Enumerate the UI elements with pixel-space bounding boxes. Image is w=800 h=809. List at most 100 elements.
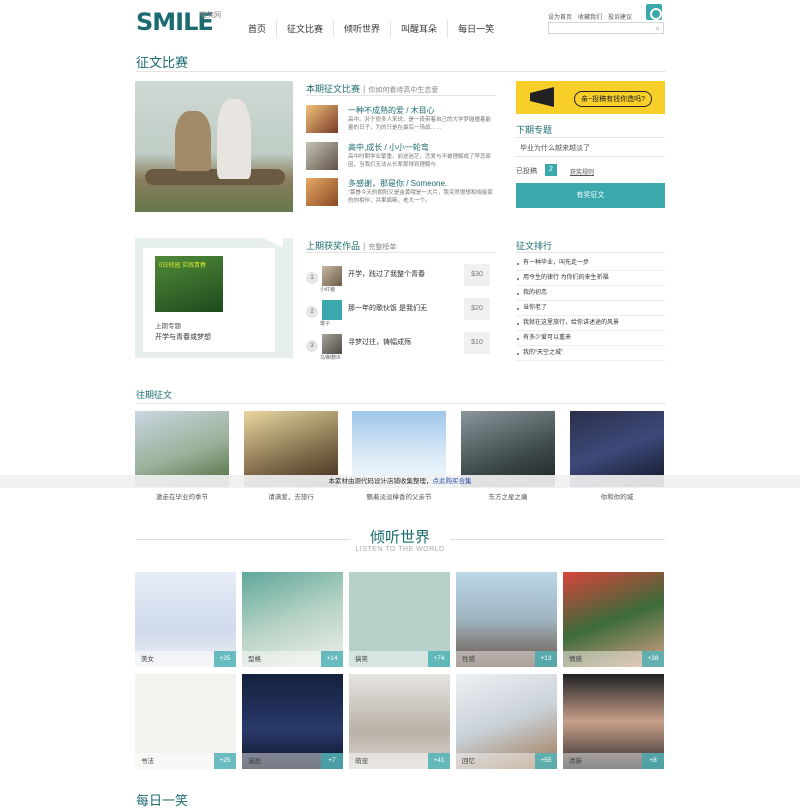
- tile-count: +25: [214, 753, 236, 769]
- story-item[interactable]: 一种不成熟的爱 / 木目心 高中。对于很多人来说，是一段带着自己的大学梦碰撞着能…: [306, 105, 496, 135]
- story-thumbnail[interactable]: [306, 178, 338, 206]
- submit-essay-button[interactable]: 有奖征文: [516, 183, 665, 208]
- tile-tag: 型格: [248, 656, 261, 663]
- nav-home[interactable]: 首页: [238, 20, 276, 38]
- story-title[interactable]: 多感谢，那是你 / Someone.: [348, 178, 447, 189]
- gallery-tile[interactable]: 漫画 +7: [242, 674, 343, 769]
- gallery-tile[interactable]: 搞笑 +74: [349, 572, 450, 667]
- tile-tag: 清新: [569, 758, 582, 765]
- full-list-link[interactable]: 完整榜单: [368, 244, 396, 251]
- ranking-item[interactable]: 我的“天空之城”: [516, 346, 665, 361]
- megaphone-icon: [530, 87, 554, 107]
- card-corner: [263, 238, 283, 248]
- main-nav: 首页 征文比赛 倾听世界 叫醒耳朵 每日一笑: [238, 20, 504, 38]
- page-title: 征文比赛: [136, 55, 189, 70]
- award-row[interactable]: 2 瓊子 那一年的歌伙饭 是我们无 $20: [306, 298, 490, 330]
- ranking-item[interactable]: 有一种毕业，叫先走一步: [516, 256, 665, 271]
- ranking-item[interactable]: 我就在这里旅行，给你讲述途的风景: [516, 316, 665, 331]
- ranking-item[interactable]: 有多少爱可以重来: [516, 331, 665, 346]
- ranking-divider: [516, 252, 665, 253]
- ad-banner[interactable]: 亲~投稿有钱你造吗?: [516, 81, 665, 114]
- last-topic-name[interactable]: 开学与青春或梦想: [155, 332, 211, 342]
- award-prize: $30: [464, 264, 490, 286]
- tile-tag: 搞笑: [355, 656, 368, 663]
- purchase-link[interactable]: 点此购买合集: [433, 478, 472, 485]
- feedback-link[interactable]: 投诉建议: [608, 12, 632, 21]
- award-title[interactable]: 那一年的歌伙饭 是我们无: [348, 303, 427, 313]
- next-topic-heading: 下期专题: [516, 125, 553, 135]
- story-thumbnail[interactable]: [306, 142, 338, 170]
- award-rules-link[interactable]: 获奖规则: [570, 167, 594, 176]
- search-icon[interactable]: ⌕: [656, 24, 660, 34]
- ad-bubble: 亲~投稿有钱你造吗?: [574, 91, 652, 107]
- gallery-tile[interactable]: 清新 +8: [563, 674, 664, 769]
- tile-tag: 情感: [569, 656, 582, 663]
- listen-section-subtitle: LISTEN TO THE WORLD: [355, 546, 445, 553]
- nav-ears[interactable]: 叫醒耳朵: [390, 20, 447, 38]
- author-avatar[interactable]: [322, 266, 342, 286]
- tile-count: +55: [535, 753, 557, 769]
- tile-tag: 回忆: [462, 758, 475, 765]
- tile-count: +7: [321, 753, 343, 769]
- story-title[interactable]: 一种不成熟的爱 / 木目心: [348, 105, 435, 116]
- past-essay-caption[interactable]: 激走在毕业的季节: [135, 491, 229, 501]
- current-contest-heading: 本期征文比赛 | 你如何看待高中生恋爱: [306, 84, 439, 94]
- sidebar-divider: [516, 156, 665, 157]
- site-logo[interactable]: SMILE 微笑网: [136, 8, 226, 36]
- ranking-item[interactable]: 当你老了: [516, 301, 665, 316]
- author-avatar[interactable]: [322, 300, 342, 320]
- last-topic-cover[interactable]: 0日校园 实践青春: [155, 256, 223, 312]
- gallery-tile[interactable]: 型格 +14: [242, 572, 343, 667]
- tile-count: +8: [642, 753, 664, 769]
- tile-tag: 性感: [462, 656, 475, 663]
- last-awards-heading: 上期获奖作品 | 完整榜单: [306, 241, 397, 251]
- last-awards-title: 上期获奖作品: [306, 241, 361, 251]
- award-author[interactable]: 马琳珊55: [320, 354, 341, 361]
- gallery-tile[interactable]: 回忆 +55: [456, 674, 557, 769]
- award-title[interactable]: 开学，践过了我整个青春: [348, 269, 425, 279]
- past-divider: [136, 403, 666, 404]
- award-prize: $20: [464, 298, 490, 320]
- tile-count: +14: [321, 651, 343, 667]
- story-title[interactable]: 高中,成长 / 小小一轮弯: [348, 142, 429, 153]
- gallery-tile[interactable]: 萌宠 +41: [349, 674, 450, 769]
- award-author[interactable]: 瓊子: [320, 320, 330, 327]
- notice-text: 本素材由源代码设计店铺收集整理，: [328, 478, 433, 485]
- hero-image[interactable]: [135, 81, 293, 212]
- past-essay-caption[interactable]: 飘着淡淡樟香的父亲节: [352, 491, 446, 501]
- ranking-item[interactable]: 用今生的律行 为你们的来生祈福: [516, 271, 665, 286]
- tile-count: +74: [428, 651, 450, 667]
- nav-contest[interactable]: 征文比赛: [276, 20, 333, 38]
- gallery-tile[interactable]: 美女 +35: [135, 572, 236, 667]
- hero-log-shape: [145, 169, 285, 185]
- bookmark-link[interactable]: 收藏我们: [578, 12, 602, 21]
- story-item[interactable]: 多感谢，那是你 / Someone. “慕眷今天的朝阳又是金黄哦是一大片，我突然…: [306, 178, 496, 208]
- story-thumbnail[interactable]: [306, 105, 338, 133]
- tile-tag: 美女: [141, 656, 154, 663]
- search-input[interactable]: ⌕: [548, 22, 664, 34]
- weibo-icon[interactable]: [646, 4, 662, 20]
- award-prize: $10: [464, 332, 490, 354]
- gallery-tile[interactable]: 情感 +38: [563, 572, 664, 667]
- next-topic-text[interactable]: 毕业为什么越来越淡了: [520, 143, 590, 153]
- cover-text: 0日校园 实践青春: [159, 263, 207, 269]
- nav-daily-laugh[interactable]: 每日一笑: [447, 20, 504, 38]
- ranking-list: 有一种毕业，叫先走一步 用今生的律行 为你们的来生祈福 我的初恋 当你老了 我就…: [516, 256, 665, 361]
- gallery-tile[interactable]: 书法 +25: [135, 674, 236, 769]
- past-essay-caption[interactable]: 东方之星之痛: [461, 491, 555, 501]
- award-title[interactable]: 寻梦过往，铸幅成殇: [348, 337, 411, 347]
- gallery-tile[interactable]: 性感 +13: [456, 572, 557, 667]
- past-essay-caption[interactable]: 你和你的城: [570, 491, 664, 501]
- set-homepage-link[interactable]: 设为首页: [548, 12, 572, 21]
- author-avatar[interactable]: [322, 334, 342, 354]
- award-author[interactable]: 小红猪: [320, 286, 335, 293]
- story-excerpt: 高中时期学业繁重，前途迷茫，恋爱与不被理解成了早恋原因，当我们无法从长辈那得到理…: [348, 154, 492, 168]
- award-row[interactable]: 1 小红猪 开学，践过了我整个青春 $30: [306, 264, 490, 296]
- nav-listen[interactable]: 倾听世界: [333, 20, 390, 38]
- ranking-item[interactable]: 我的初恋: [516, 286, 665, 301]
- hero-person-boy: [175, 111, 211, 171]
- award-row[interactable]: 3 马琳珊55 寻梦过往，铸幅成殇 $10: [306, 332, 490, 364]
- listen-section-title: 倾听世界: [369, 529, 430, 546]
- past-essay-caption[interactable]: 请满爱，去旅行: [244, 491, 338, 501]
- story-item[interactable]: 高中,成长 / 小小一轮弯 高中时期学业繁重，前途迷茫，恋爱与不被理解成了早恋原…: [306, 142, 496, 172]
